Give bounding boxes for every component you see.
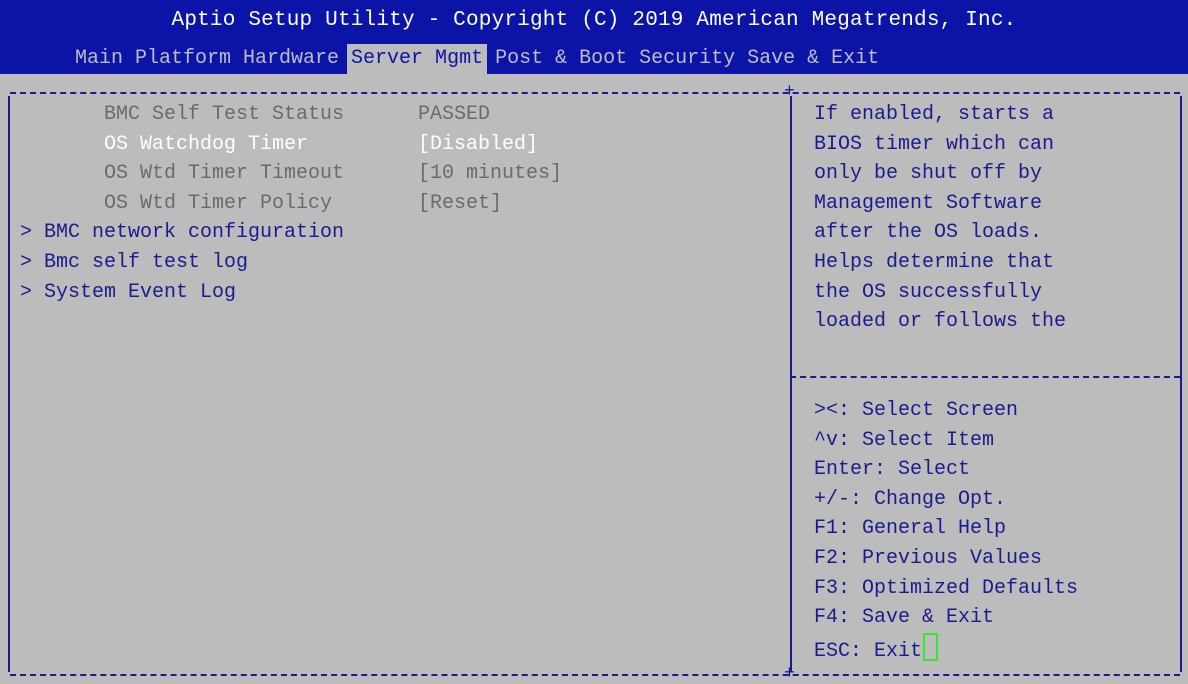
setting-label: BMC Self Test Status xyxy=(104,103,345,126)
app-title: Aptio Setup Utility - Copyright (C) 2019… xyxy=(171,9,1017,32)
help-text-line: Management Software xyxy=(814,191,1043,215)
tab-platform[interactable]: Platform xyxy=(131,44,235,74)
setting-os-wtd-timer-timeout[interactable]: OS Wtd Timer Timeout [10 minutes] xyxy=(56,159,562,189)
help-text-line: after the OS loads. xyxy=(814,221,1043,245)
key-help-f4: F4: Save & Exit xyxy=(814,606,995,630)
key-help-select-item: ^v: Select Item xyxy=(814,428,995,452)
tab-post-boot[interactable]: Post & Boot xyxy=(491,44,631,74)
key-help-f3: F3: Optimized Defaults xyxy=(814,576,1079,600)
tab-save-exit[interactable]: Save & Exit xyxy=(743,44,883,74)
frame-bottom-border xyxy=(10,674,1180,676)
main-frame: + + BMC Self Test Status PASSED OS Watch… xyxy=(4,74,1184,683)
setting-value[interactable]: [Disabled] xyxy=(418,130,538,160)
help-text-line: the OS successfully xyxy=(814,280,1043,304)
key-help-f1: F1: General Help xyxy=(814,517,1007,541)
frame-top-border xyxy=(10,92,1180,94)
submenu-bmc-network-configuration[interactable]: > BMC network configuration xyxy=(20,218,344,248)
setting-os-watchdog-timer[interactable]: OS Watchdog Timer [Disabled] xyxy=(56,130,538,160)
setting-label: OS Wtd Timer Policy xyxy=(104,191,333,215)
help-text-line: If enabled, starts a xyxy=(814,103,1055,126)
key-help-change-opt: +/-: Change Opt. xyxy=(814,487,1007,511)
frame-right-border xyxy=(1180,96,1182,672)
help-divider xyxy=(790,376,1180,378)
text-cursor xyxy=(923,632,939,661)
tab-hardware[interactable]: Hardware xyxy=(239,44,343,74)
setting-value: PASSED xyxy=(418,103,491,126)
setting-label: OS Watchdog Timer xyxy=(104,132,309,156)
help-text-line: loaded or follows the xyxy=(814,310,1067,334)
key-help-f2: F2: Previous Values xyxy=(814,547,1043,570)
help-text-line: only be shut off by xyxy=(814,162,1043,186)
help-text-line: BIOS timer which can xyxy=(814,132,1055,156)
tab-security[interactable]: Security xyxy=(635,44,739,74)
key-help-esc: ESC: Exit xyxy=(814,632,939,667)
header-bar: Aptio Setup Utility - Copyright (C) 2019… xyxy=(0,0,1188,74)
submenu-bmc-self-test-log[interactable]: > Bmc self test log xyxy=(20,248,248,278)
key-help-enter: Enter: Select xyxy=(814,458,971,482)
setting-label: OS Wtd Timer Timeout xyxy=(104,162,345,186)
key-help-select-screen: ><: Select Screen xyxy=(814,399,1019,422)
setting-value[interactable]: [10 minutes] xyxy=(418,159,562,189)
help-text-line: Helps determine that xyxy=(814,251,1055,274)
frame-left-border xyxy=(8,96,10,672)
frame-junction-top: + xyxy=(784,82,795,102)
frame-junction-bottom: + xyxy=(784,664,795,684)
submenu-system-event-log[interactable]: > System Event Log xyxy=(20,278,236,308)
setting-value[interactable]: [Reset] xyxy=(418,189,502,219)
setting-bmc-self-test-status: BMC Self Test Status PASSED xyxy=(56,100,490,130)
key-help-esc-label: ESC: Exit xyxy=(814,639,923,663)
tab-main[interactable]: Main xyxy=(71,44,127,74)
panel-divider xyxy=(790,96,792,672)
tab-server-mgmt[interactable]: Server Mgmt xyxy=(347,44,488,74)
tab-bar: Main Platform Hardware Server Mgmt Post … xyxy=(71,44,887,74)
setting-os-wtd-timer-policy[interactable]: OS Wtd Timer Policy [Reset] xyxy=(56,189,502,219)
